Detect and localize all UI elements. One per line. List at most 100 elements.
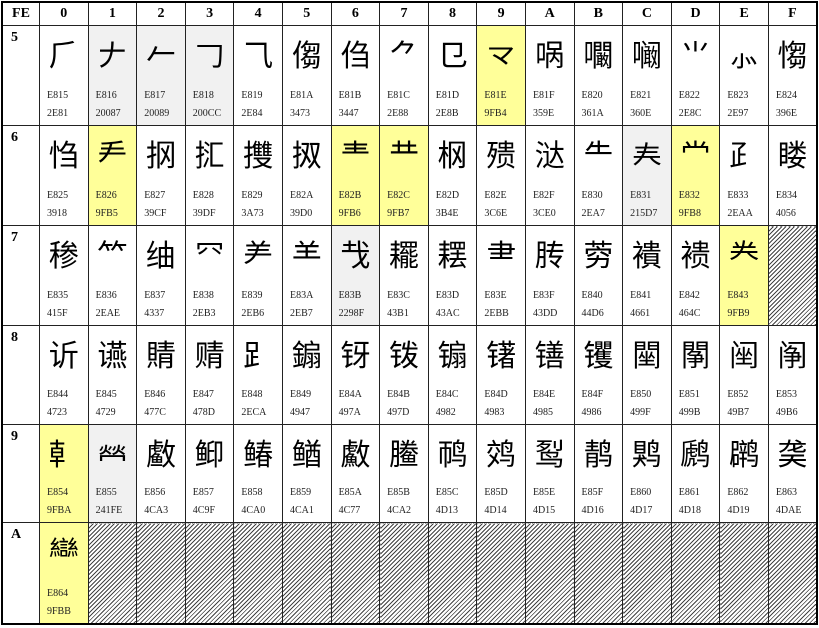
char-cell: 䦶 E853 49B6 — [767, 325, 818, 425]
char-cell: 䥇 E849 4947 — [281, 325, 332, 425]
glyph: 㧏 — [145, 140, 176, 174]
glyph: 䲢 — [388, 439, 419, 473]
unicode-code: 49B6 — [775, 407, 798, 418]
unicode-code: 4D16 — [581, 505, 604, 516]
gb-code: E840 — [581, 290, 603, 301]
glyph: 龶 — [340, 140, 371, 174]
gb-code: E82A — [289, 190, 314, 201]
glyph: 䜩 — [97, 340, 128, 374]
unicode-code: 20089 — [144, 108, 170, 119]
gb-code: E830 — [581, 190, 603, 201]
unicode-code: 9FB5 — [95, 208, 118, 219]
char-cell: 龸 E832 9FB8 — [670, 125, 721, 226]
gb-code: E864 — [47, 587, 69, 599]
gb-code: E824 — [775, 90, 798, 101]
glyph: 龻 — [48, 537, 79, 571]
char-cell: 䌷 E837 4337 — [136, 225, 186, 326]
glyph: 㤘 — [48, 140, 79, 174]
gb-code: E84B — [387, 389, 410, 400]
table-row: 8 䜣 E844 4723 䜩 E845 4729 䝼 E846 477C 䞍 E847 478D ⻊ E8… — [1, 325, 818, 425]
glyph: 㩳 — [243, 140, 274, 174]
unassigned-cell — [476, 522, 526, 624]
unicode-code: 2ECA — [241, 407, 267, 418]
char-cell: 䱷 E85A 4C77 — [330, 424, 381, 523]
char-cell: 䁖 E834 4056 — [767, 125, 818, 226]
unicode-code: 4D19 — [727, 505, 750, 516]
glyph: 䴖 — [583, 439, 614, 473]
glyph: ⺄ — [243, 40, 274, 74]
unicode-code: 4D18 — [678, 505, 701, 516]
unicode-code: 2E84 — [241, 108, 263, 119]
glyph: 䴓 — [437, 439, 468, 473]
char-cell: ⺈ E81C 2E88 — [379, 25, 429, 126]
gb-code: E833 — [727, 190, 749, 201]
column-header: 7 — [379, 1, 429, 26]
column-header: C — [622, 1, 672, 26]
gb-code: E847 — [192, 389, 214, 400]
unicode-code: 360E — [630, 108, 652, 119]
gb-code: E848 — [241, 389, 263, 400]
gb-code: E862 — [727, 487, 749, 498]
gb-code: E81B — [338, 90, 362, 101]
gb-code: E82E — [484, 190, 507, 201]
gb-code: E85D — [484, 487, 508, 498]
gb-code: E834 — [775, 190, 798, 201]
char-cell: ⺮ E836 2EAE — [87, 225, 138, 326]
unicode-code: 3918 — [47, 208, 67, 219]
char-cell: ⺻ E83E 2EBB — [476, 225, 526, 326]
unicode-code: 9FB8 — [678, 208, 701, 219]
gb-code: E85B — [387, 487, 410, 498]
char-cell: 㖞 E81F 359E — [524, 25, 575, 126]
glyph: 䲡 — [291, 439, 322, 473]
glyph: 䙌 — [680, 240, 711, 274]
gb-code: E84C — [435, 389, 459, 400]
char-cell: 㳠 E82F 3CE0 — [524, 125, 575, 226]
gb-code: E857 — [192, 487, 214, 498]
unicode-code: 4985 — [532, 407, 553, 418]
gb-code: E838 — [192, 290, 214, 301]
glyph: ⺪ — [729, 140, 760, 174]
gb-code: E842 — [678, 290, 700, 301]
char-cell: 䲣 E856 4CA3 — [136, 424, 186, 523]
unassigned-cell — [719, 522, 769, 624]
table-row: 9 龺 E854 9FBA 𤇾 E855 241FE 䲣 E856 4CA3 䲟 E857 4C9F 䲠 E… — [1, 424, 818, 523]
gb-code: E843 — [727, 290, 749, 301]
glyph: ⺈ — [388, 40, 419, 74]
gb-code: E859 — [289, 487, 312, 498]
gb-code: E83D — [435, 290, 460, 301]
char-cell: ⺌ E822 2E8C — [670, 25, 721, 126]
unicode-code: 2EA7 — [581, 208, 605, 219]
gb-code: E846 — [144, 389, 166, 400]
char-cell: 㘚 E820 361A — [573, 25, 624, 126]
gb-code: E844 — [47, 389, 69, 400]
glyph: 龸 — [680, 140, 711, 174]
unicode-code: 4C77 — [338, 505, 361, 516]
unicode-code: 478D — [192, 407, 216, 418]
char-cell: 䦆 E84F 4986 — [573, 325, 624, 425]
char-cell: ⺋ E81D 2E8B — [427, 25, 478, 126]
glyph: 㥮 — [777, 40, 808, 74]
glyph: 䜣 — [48, 340, 79, 374]
unicode-code: 4D17 — [630, 505, 653, 516]
column-header: 5 — [281, 1, 332, 26]
gb-code: E821 — [630, 90, 652, 101]
unicode-code: 241FE — [95, 505, 123, 516]
glyph: ⺋ — [437, 40, 468, 74]
unassigned-cell — [379, 522, 429, 624]
column-header: 2 — [136, 1, 186, 26]
unicode-code: 2EAE — [95, 308, 121, 319]
char-cell: ⺗ E823 2E97 — [719, 25, 769, 126]
gb-code: E819 — [241, 90, 263, 101]
gb-code: E85E — [532, 487, 556, 498]
unicode-code: 361A — [581, 108, 604, 119]
glyph: 㖞 — [534, 40, 565, 74]
char-cell: 龷 E82C 9FB7 — [379, 125, 429, 226]
gb-code: E81A — [289, 90, 314, 101]
gb-code: E820 — [581, 90, 603, 101]
gb-code: E828 — [192, 190, 214, 201]
char-cell: 䝼 E846 477C — [136, 325, 186, 425]
char-cell: 䴙 E862 4D19 — [719, 424, 769, 523]
column-header: 9 — [476, 1, 526, 26]
char-cell: 䙡 E841 4661 — [622, 225, 672, 326]
unicode-code: 49B7 — [727, 407, 749, 418]
